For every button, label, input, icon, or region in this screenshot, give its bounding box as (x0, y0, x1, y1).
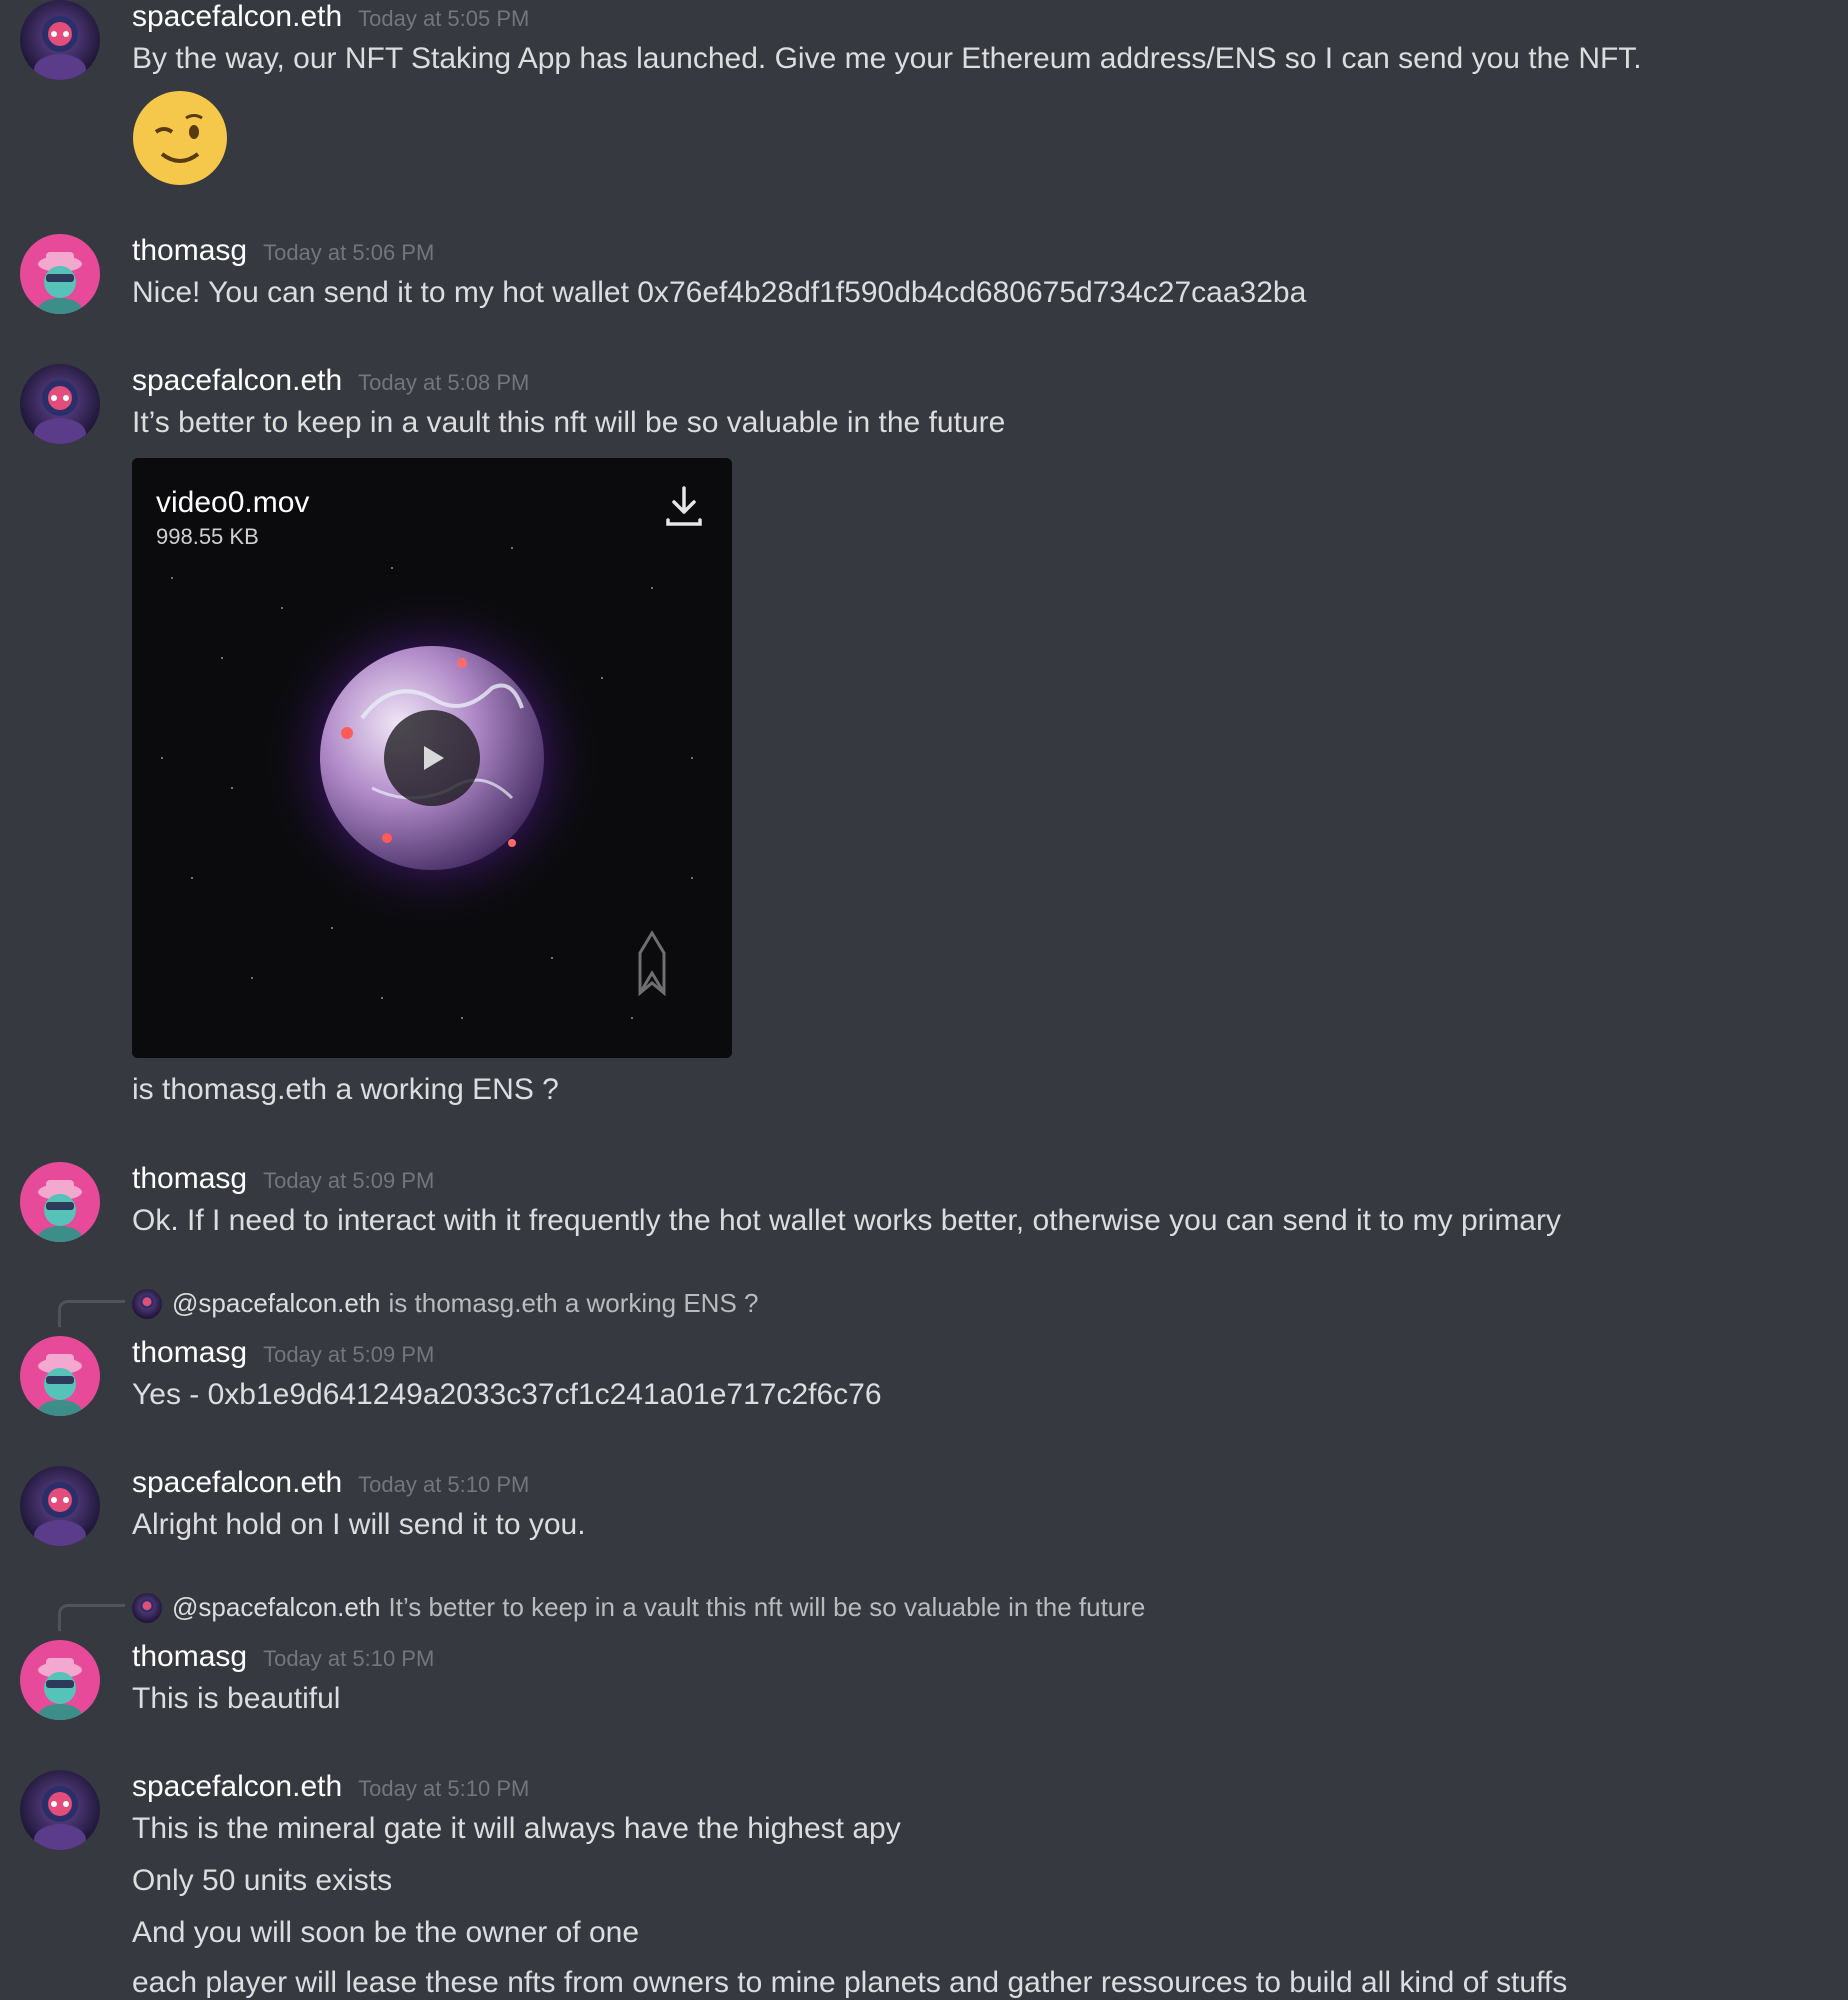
username[interactable]: spacefalcon.eth (132, 1466, 342, 1499)
timestamp: Today at 5:10 PM (358, 1776, 530, 1801)
message-text: By the way, our NFT Staking App has laun… (132, 42, 1642, 75)
play-button[interactable] (384, 710, 480, 806)
reply-mention[interactable]: @spacefalcon.eth (172, 1288, 381, 1319)
message-text: Nice! You can send it to my hot wallet 0… (132, 276, 1307, 309)
play-icon (424, 746, 444, 770)
timestamp: Today at 5:05 PM (358, 6, 530, 31)
video-attachment[interactable]: video0.mov 998.55 KB (132, 458, 732, 1058)
message-text: each player will lease these nfts from o… (132, 1966, 1568, 1999)
username[interactable]: thomasg (132, 1336, 247, 1369)
avatar[interactable] (20, 1336, 100, 1416)
message-text: Only 50 units exists (132, 1864, 393, 1897)
message-text: This is beautiful (132, 1682, 341, 1715)
username[interactable]: spacefalcon.eth (132, 364, 342, 397)
avatar[interactable] (20, 1466, 100, 1546)
username[interactable]: spacefalcon.eth (132, 0, 342, 33)
message-text: Ok. If I need to interact with it freque… (132, 1204, 1561, 1237)
username[interactable]: thomasg (132, 1162, 247, 1195)
attachment-filename[interactable]: video0.mov (156, 486, 309, 520)
username[interactable]: thomasg (132, 234, 247, 267)
message-text: Alright hold on I will send it to you. (132, 1508, 586, 1541)
avatar[interactable] (20, 1162, 100, 1242)
avatar[interactable] (20, 1640, 100, 1720)
timestamp: Today at 5:09 PM (263, 1168, 435, 1193)
reply-connector (58, 1300, 125, 1327)
reply-text: is thomasg.eth a working ENS ? (388, 1288, 759, 1318)
username[interactable]: thomasg (132, 1640, 247, 1673)
message-text: And you will soon be the owner of one (132, 1916, 639, 1949)
timestamp: Today at 5:09 PM (263, 1342, 435, 1367)
message-text: It’s better to keep in a vault this nft … (132, 406, 1006, 439)
reply-mention[interactable]: @spacefalcon.eth (172, 1592, 381, 1623)
reply-reference[interactable]: @spacefalcon.eth is thomasg.eth a workin… (132, 1288, 759, 1319)
reply-reference[interactable]: @spacefalcon.eth It’s better to keep in … (132, 1592, 1145, 1623)
reply-connector (58, 1604, 125, 1631)
reply-text: It’s better to keep in a vault this nft … (388, 1592, 1146, 1622)
timestamp: Today at 5:06 PM (263, 240, 435, 265)
timestamp: Today at 5:08 PM (358, 370, 530, 395)
avatar[interactable] (20, 364, 100, 444)
avatar (132, 1288, 162, 1319)
message-text: is thomasg.eth a working ENS ? (132, 1073, 559, 1106)
message-text: This is the mineral gate it will always … (132, 1812, 901, 1845)
winking-face-emoji (132, 90, 228, 186)
avatar[interactable] (20, 0, 100, 80)
avatar[interactable] (20, 234, 100, 314)
timestamp: Today at 5:10 PM (263, 1646, 435, 1671)
attachment-size: 998.55 KB (156, 524, 259, 549)
download-icon[interactable] (664, 484, 704, 528)
username[interactable]: spacefalcon.eth (132, 1770, 342, 1803)
message-text: Yes - 0xb1e9d641249a2033c37cf1c241a01e71… (132, 1378, 882, 1411)
timestamp: Today at 5:10 PM (358, 1472, 530, 1497)
avatar[interactable] (20, 1770, 100, 1850)
avatar (132, 1592, 162, 1623)
